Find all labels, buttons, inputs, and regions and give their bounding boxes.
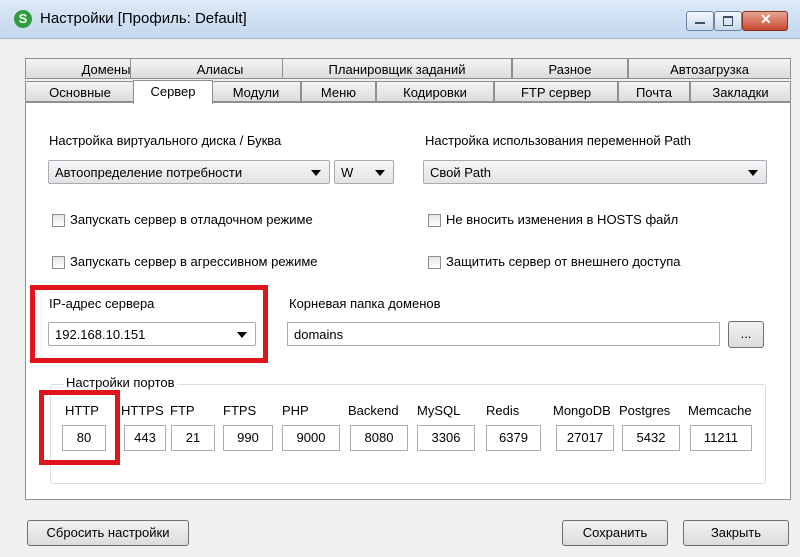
vdisk-select[interactable]: Автоопределение потребности [48, 160, 330, 184]
port-label-php: PHP [282, 403, 309, 418]
close-icon: ✕ [760, 11, 772, 27]
aggressive-mode-checkbox[interactable] [52, 256, 65, 269]
tab-general[interactable]: Основные [25, 81, 135, 102]
tab-ftp-server[interactable]: FTP сервер [494, 81, 618, 102]
port-memcache-input[interactable]: 11211 [690, 425, 752, 451]
ports-group-title: Настройки портов [64, 375, 177, 390]
port-label-backend: Backend [348, 403, 399, 418]
port-https-input[interactable]: 443 [124, 425, 166, 451]
port-ftp-input[interactable]: 21 [171, 425, 215, 451]
app-logo-icon: S [14, 10, 32, 28]
root-folder-value: domains [294, 327, 344, 342]
debug-mode-checkbox[interactable] [52, 214, 65, 227]
port-label-ftp: FTP [170, 403, 195, 418]
port-mongodb-input[interactable]: 27017 [556, 425, 614, 451]
drive-letter-select[interactable]: W [334, 160, 394, 184]
vdisk-label: Настройка виртуального диска / Буква [49, 133, 282, 148]
tab-menu[interactable]: Меню [301, 81, 376, 102]
no-hosts-checkbox[interactable] [428, 214, 441, 227]
root-folder-input[interactable]: domains [287, 322, 720, 346]
vdisk-select-value: Автоопределение потребности [55, 165, 243, 180]
path-label: Настройка использования переменной Path [425, 133, 691, 148]
path-select[interactable]: Свой Path [423, 160, 767, 184]
maximize-button[interactable] [714, 11, 742, 31]
port-label-https: HTTPS [121, 403, 164, 418]
port-label-mysql: MySQL [417, 403, 461, 418]
port-redis-input[interactable]: 6379 [486, 425, 541, 451]
minimize-button[interactable] [686, 11, 714, 31]
tab-mail[interactable]: Почта [618, 81, 690, 102]
settings-window: S Настройки [Профиль: Default] ✕ Домены … [0, 0, 800, 557]
ip-highlight-box [30, 285, 268, 363]
port-label-redis: Redis [486, 403, 520, 418]
save-button[interactable]: Сохранить [562, 520, 668, 546]
no-hosts-label: Не вносить изменения в HOSTS файл [446, 212, 679, 227]
chevron-down-icon [375, 170, 385, 176]
port-label-postgres: Postgres [619, 403, 671, 418]
debug-mode-label: Запускать сервер в отладочном режиме [70, 212, 313, 227]
title-bar: S Настройки [Профиль: Default] ✕ [0, 0, 800, 39]
path-select-value: Свой Path [430, 165, 491, 180]
browse-button[interactable]: ... [728, 321, 764, 348]
protect-server-checkbox[interactable] [428, 256, 441, 269]
tab-scheduler[interactable]: Планировщик заданий [282, 58, 512, 79]
port-php-input[interactable]: 9000 [282, 425, 340, 451]
port-backend-input[interactable]: 8080 [350, 425, 408, 451]
root-folder-label: Корневая папка доменов [289, 296, 441, 311]
minimize-icon [695, 22, 705, 24]
tab-modules[interactable]: Модули [211, 81, 301, 102]
port-label-memcache: Memcache [688, 403, 752, 418]
close-window-button[interactable]: ✕ [742, 11, 788, 31]
tab-misc[interactable]: Разное [512, 58, 628, 79]
drive-letter-value: W [341, 165, 354, 180]
http-port-highlight-box [39, 390, 120, 465]
tab-autostart[interactable]: Автозагрузка [628, 58, 791, 79]
tab-bookmarks[interactable]: Закладки [690, 81, 791, 102]
port-mysql-input[interactable]: 3306 [417, 425, 475, 451]
aggressive-mode-label: Запускать сервер в агрессивном режиме [70, 254, 318, 269]
port-postgres-input[interactable]: 5432 [622, 425, 680, 451]
protect-server-label: Защитить сервер от внешнего доступа [446, 254, 681, 269]
port-label-mongodb: MongoDB [553, 403, 611, 418]
close-button[interactable]: Закрыть [683, 520, 789, 546]
maximize-icon [723, 16, 733, 26]
window-title: Настройки [Профиль: Default] [40, 10, 247, 27]
chevron-down-icon [311, 170, 321, 176]
tab-encodings[interactable]: Кодировки [376, 81, 494, 102]
chevron-down-icon [748, 170, 758, 176]
tab-server[interactable]: Сервер [133, 80, 213, 104]
port-label-ftps: FTPS [223, 403, 257, 418]
reset-settings-button[interactable]: Сбросить настройки [27, 520, 189, 546]
port-ftps-input[interactable]: 990 [223, 425, 273, 451]
